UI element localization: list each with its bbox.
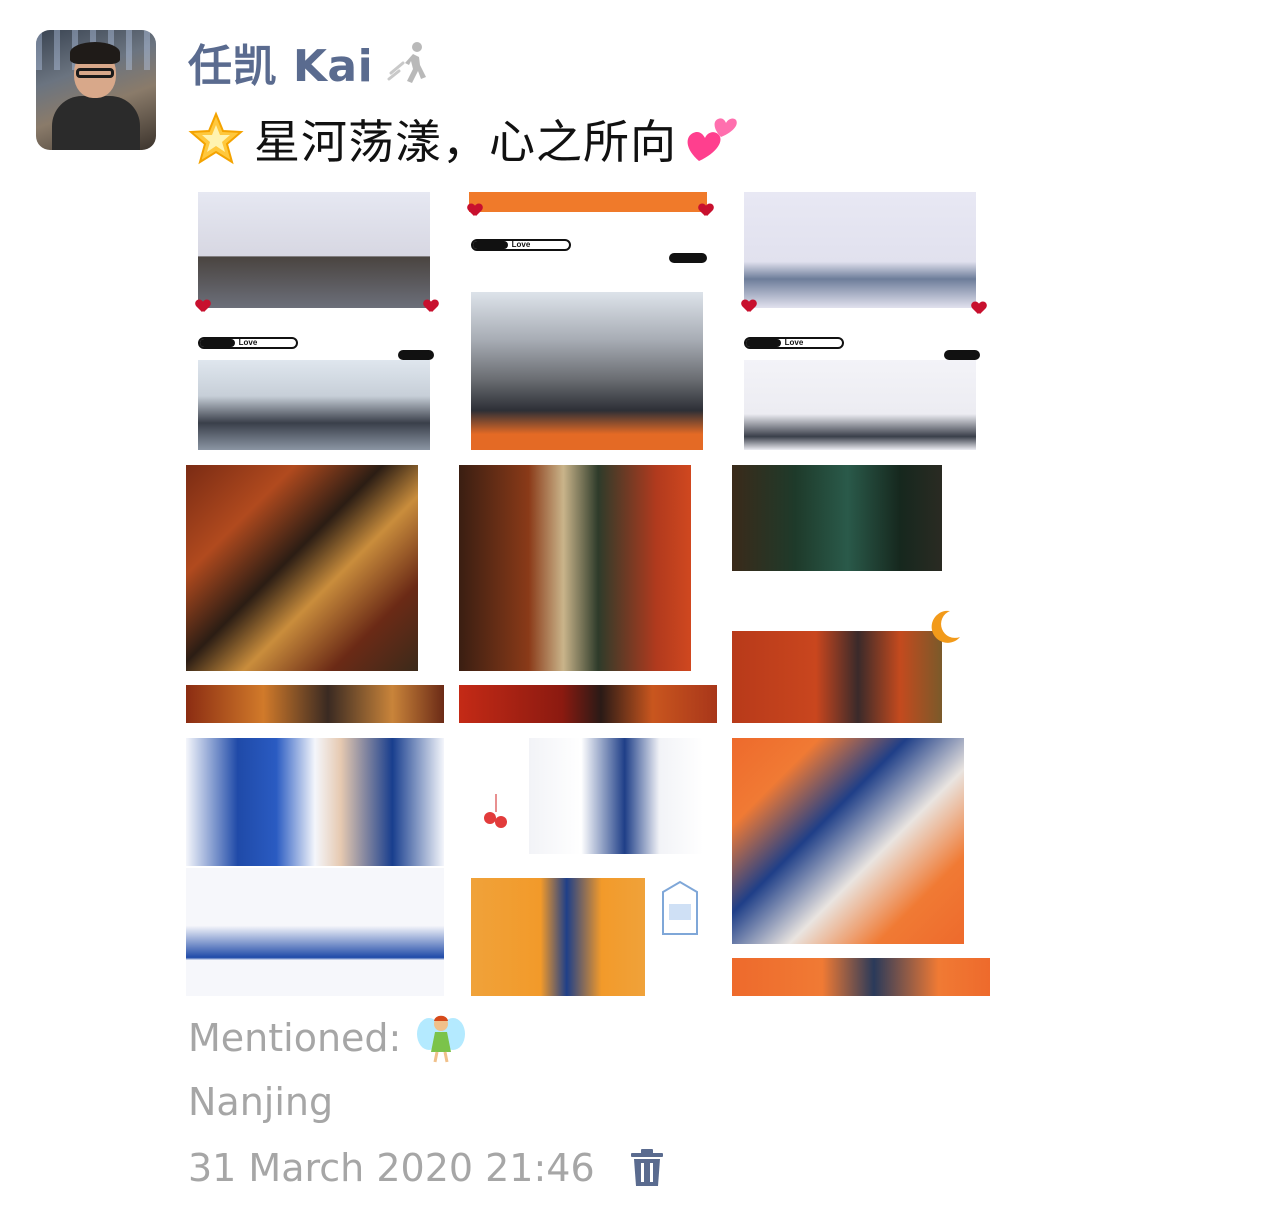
- photo-8[interactable]: [459, 738, 717, 996]
- moon-decoration: [931, 610, 960, 643]
- love-bar: Love: [198, 337, 298, 349]
- post-caption: 星河荡漾，心之所向: [254, 115, 677, 169]
- location-label[interactable]: Nanjing: [188, 1080, 333, 1124]
- photo-2-main-scene: [471, 292, 703, 450]
- photo-6-top-scene: [732, 465, 942, 571]
- two-hearts-emoji: [687, 118, 737, 161]
- author-name[interactable]: 任凯 Kai: [188, 30, 373, 94]
- author-row: 任凯 Kai: [188, 34, 433, 92]
- love-bar: Love: [471, 239, 571, 251]
- trash-icon[interactable]: [629, 1148, 665, 1188]
- photo-4-bottom-strip: [186, 685, 444, 723]
- photo-9-top-scene: [732, 738, 964, 944]
- heart-decoration: [424, 300, 438, 312]
- black-dash: [398, 350, 434, 360]
- photo-3-top-scene: [744, 192, 976, 308]
- black-dash: [944, 350, 980, 360]
- black-dash: [669, 253, 707, 263]
- avatar-glasses: [76, 68, 114, 78]
- photo-2[interactable]: Love: [459, 192, 717, 450]
- photo-3-bottom-scene: [744, 360, 976, 450]
- photo-1-top-scene: [198, 192, 430, 308]
- love-bar-label: Love: [784, 338, 804, 347]
- author-avatar[interactable]: [36, 30, 156, 150]
- heart-decoration: [196, 300, 210, 312]
- heart-decoration: [468, 204, 482, 216]
- photo-3[interactable]: Love: [732, 192, 990, 450]
- heart-decoration: [699, 204, 713, 216]
- strawberry-decoration: [484, 794, 507, 828]
- photo-4[interactable]: [186, 465, 444, 723]
- photo-7-top-scene: [186, 738, 444, 866]
- photo-4-main-scene: [186, 465, 418, 671]
- timestamp-row: 31 March 2020 21:46: [188, 1146, 665, 1190]
- avatar-body: [52, 96, 140, 150]
- photo-2-top-orange: [469, 192, 707, 212]
- photo-5[interactable]: [459, 465, 717, 723]
- love-bar-label: Love: [238, 338, 258, 347]
- love-bar-label: Love: [511, 240, 531, 249]
- milk-carton-decoration: [662, 880, 698, 935]
- photo-8-top-scene: [529, 738, 703, 854]
- avatar-hair: [70, 42, 120, 64]
- photo-1[interactable]: Love: [186, 192, 444, 450]
- photo-5-bottom-strip: [459, 685, 717, 723]
- mentioned-row: Mentioned:: [188, 1012, 467, 1064]
- mentioned-label: Mentioned:: [188, 1016, 402, 1060]
- photo-5-main-scene: [459, 465, 691, 671]
- glowing-star-emoji: [188, 111, 244, 165]
- caption-row: 星河荡漾，心之所向: [188, 108, 739, 170]
- walking-person-icon: [387, 42, 427, 83]
- heart-decoration: [972, 302, 986, 314]
- love-bar: Love: [744, 337, 844, 349]
- post-timestamp: 31 March 2020 21:46: [188, 1146, 595, 1190]
- photo-8-bottom-scene: [471, 878, 645, 996]
- photo-6[interactable]: [732, 465, 990, 723]
- heart-decoration: [742, 300, 756, 312]
- fairy-emoji[interactable]: [415, 1012, 467, 1064]
- photo-1-bottom-scene: [198, 360, 430, 450]
- photo-9[interactable]: [732, 738, 990, 996]
- photo-7-bottom-scene: [186, 868, 444, 996]
- photo-6-bottom-scene: [732, 631, 942, 723]
- photo-9-bottom-strip: [732, 958, 990, 996]
- photo-7[interactable]: [186, 738, 444, 996]
